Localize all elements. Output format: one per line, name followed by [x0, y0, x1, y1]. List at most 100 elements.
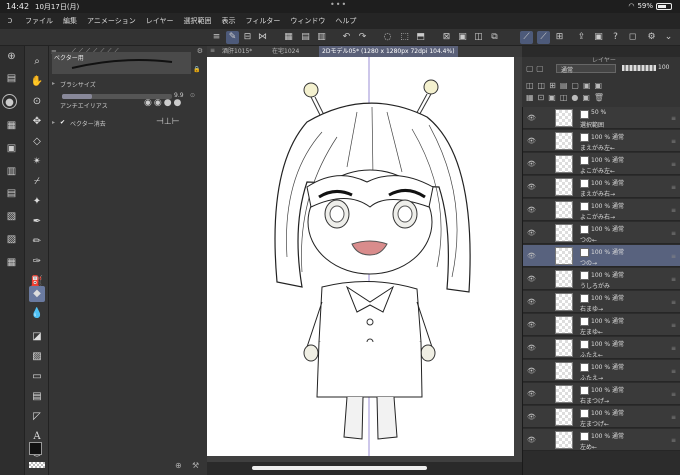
home-indicator[interactable]: [252, 466, 427, 470]
eye-icon[interactable]: 👁: [527, 413, 536, 421]
eyedropper-tool-icon[interactable]: ⌿: [29, 174, 45, 190]
menu-layer[interactable]: レイヤー: [141, 16, 179, 26]
rotate-tool-icon[interactable]: ⊙: [29, 94, 45, 110]
menu-window[interactable]: ウィンドウ: [285, 16, 330, 26]
tool-preset[interactable]: ベクター用: [52, 52, 191, 74]
magnifier-tool-icon[interactable]: ⌕: [29, 54, 45, 70]
tool-a-icon[interactable]: ▦: [282, 31, 295, 44]
layer-row[interactable]: 👁 100 % 通常 ふたえ→ ≡: [523, 360, 680, 382]
blend-mode-select[interactable]: 通常: [556, 64, 616, 74]
antialias-options[interactable]: ◉◉●●: [144, 98, 183, 108]
vector-erase-modes[interactable]: ⊣⊥⊢: [156, 117, 180, 127]
chat-icon[interactable]: ◻: [626, 31, 639, 44]
drag-handle-icon[interactable]: ≡: [671, 414, 676, 421]
layer-toolbar-1[interactable]: ◫◫⊞▤▢▣▣: [526, 81, 606, 90]
layer-row[interactable]: 👁 100 % 通常 左まつげ← ≡: [523, 406, 680, 428]
sparkle-tool-icon[interactable]: ✦: [29, 194, 45, 210]
move-tool-icon[interactable]: ✥: [29, 114, 45, 130]
collapse-icon[interactable]: ⌄: [662, 31, 675, 44]
eye-icon[interactable]: 👁: [527, 298, 536, 306]
undo-icon[interactable]: ↶: [340, 31, 353, 44]
drag-handle-icon[interactable]: ≡: [671, 345, 676, 352]
menu-edit[interactable]: 編集: [58, 16, 82, 26]
eye-icon[interactable]: 👁: [527, 321, 536, 329]
menu-icon[interactable]: ≡: [210, 31, 223, 44]
layer-row[interactable]: 👁 100 % 通常 つの← ≡: [523, 222, 680, 244]
eye-icon[interactable]: 👁: [527, 436, 536, 444]
redo-icon[interactable]: ↷: [356, 31, 369, 44]
app-logo-icon[interactable]: ↄ: [0, 16, 20, 26]
transform-icon[interactable]: ◫: [472, 31, 485, 44]
menu-view[interactable]: 表示: [217, 16, 241, 26]
drag-handle-icon[interactable]: ≡: [671, 115, 676, 122]
tab-doc-2[interactable]: 在宅1024: [269, 46, 302, 57]
drag-handle-icon[interactable]: ≡: [671, 184, 676, 191]
grid-icon[interactable]: ⊞: [553, 31, 566, 44]
menu-selection[interactable]: 選択範囲: [179, 16, 217, 26]
share-icon[interactable]: ⇪: [575, 31, 588, 44]
layer-toolbar-2[interactable]: ▦⊡▣◫●▣🗑: [526, 93, 608, 102]
subtool-add-icon[interactable]: ⊕: [175, 461, 182, 470]
drag-handle-icon[interactable]: ≡: [671, 276, 676, 283]
gradient-tool-icon[interactable]: ▨: [29, 349, 45, 365]
drag-handle-icon[interactable]: ≡: [671, 207, 676, 214]
eye-icon[interactable]: 👁: [527, 252, 536, 260]
layer-prop-icon[interactable]: ▤: [4, 71, 19, 86]
lock-icon[interactable]: 🔒: [193, 66, 200, 73]
layer-row[interactable]: 👁 100 % 通常 左め← ≡: [523, 429, 680, 451]
file-icon[interactable]: ▦: [4, 118, 19, 133]
eye-icon[interactable]: 👁: [527, 114, 536, 122]
pen-tool-icon[interactable]: ✒: [29, 214, 45, 230]
layer-row[interactable]: 👁 100 % 通常 まえがみ左← ≡: [523, 130, 680, 152]
tab-menu-icon[interactable]: ≡: [210, 47, 215, 54]
drag-handle-icon[interactable]: ≡: [671, 161, 676, 168]
settings-icon[interactable]: ⚙: [645, 31, 658, 44]
panel3-icon[interactable]: ▧: [4, 209, 19, 224]
transparent-color-swatch[interactable]: [29, 462, 45, 468]
layer-row[interactable]: 👁 100 % 通常 まえがみ右→ ≡: [523, 176, 680, 198]
layer-row[interactable]: 👁 100 % 通常 よこがみ左← ≡: [523, 153, 680, 175]
snap-ruler-icon[interactable]: ⟋: [537, 31, 550, 44]
brush-tool-icon[interactable]: ✑: [29, 254, 45, 270]
drag-handle-icon[interactable]: ≡: [671, 322, 676, 329]
canvas-paper[interactable]: [207, 57, 514, 456]
help-icon[interactable]: ?: [609, 31, 622, 44]
tab-doc-3[interactable]: 2Dモデル05* (1280 x 1280px 72dpi 104.4%): [319, 46, 458, 57]
round-toggle-icon[interactable]: ●: [2, 94, 17, 109]
folder-icon[interactable]: ▣: [4, 141, 19, 156]
fill-icon[interactable]: ▣: [456, 31, 469, 44]
zoom-icon[interactable]: ⊕: [4, 49, 19, 64]
panel4-icon[interactable]: ▨: [4, 232, 19, 247]
menu-filter[interactable]: フィルター: [241, 16, 286, 26]
drag-handle-icon[interactable]: ≡: [671, 391, 676, 398]
drag-handle-icon[interactable]: ≡: [671, 299, 676, 306]
wand-tool-icon[interactable]: ✴: [29, 154, 45, 170]
layer-row[interactable]: 👁 100 % 通常 つの→ ≡: [523, 245, 680, 267]
eraser-select-icon[interactable]: ◇: [29, 134, 45, 150]
panel5-icon[interactable]: ▦: [4, 255, 19, 270]
layer-panel-icons[interactable]: ▢ ▢: [526, 64, 544, 73]
layer-row[interactable]: 👁 100 % 通常 右まつげ→ ≡: [523, 383, 680, 405]
select-all-icon[interactable]: ⬚: [398, 31, 411, 44]
clear-icon[interactable]: ⊠: [440, 31, 453, 44]
fill-tool-icon[interactable]: ◪: [29, 329, 45, 345]
eye-icon[interactable]: 👁: [527, 367, 536, 375]
layer-row[interactable]: 👁 100 % 通常 よこがみ右→ ≡: [523, 199, 680, 221]
flip-icon[interactable]: ⋈: [256, 31, 269, 44]
multitask-dots[interactable]: •••: [330, 0, 347, 9]
opacity-slider[interactable]: [622, 65, 656, 71]
layer-row[interactable]: 👁 100 % 通常 左まゆ← ≡: [523, 314, 680, 336]
layer-row[interactable]: 👁 50 % 選択範囲 ≡: [523, 107, 680, 129]
camera-icon[interactable]: ▣: [592, 31, 605, 44]
eye-icon[interactable]: 👁: [527, 344, 536, 352]
ruler-icon[interactable]: ⟋: [520, 31, 533, 44]
tool-c-icon[interactable]: ▥: [315, 31, 328, 44]
tool-b-icon[interactable]: ▤: [299, 31, 312, 44]
panel2-icon[interactable]: ▤: [4, 186, 19, 201]
drag-handle-icon[interactable]: ≡: [671, 230, 676, 237]
vector-erase-expand-icon[interactable]: ▸: [52, 119, 55, 126]
pencil-tool-icon[interactable]: ✏: [29, 234, 45, 250]
hand-tool-icon[interactable]: ✋: [29, 74, 45, 90]
drag-handle-icon[interactable]: ≡: [671, 138, 676, 145]
subtool-settings-icon[interactable]: ⚙: [197, 47, 203, 55]
